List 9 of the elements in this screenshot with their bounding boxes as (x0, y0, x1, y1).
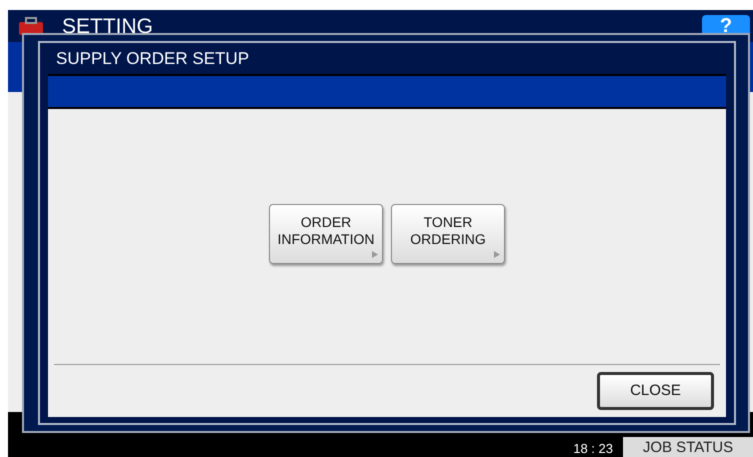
menu-option-button[interactable]: ORDER INFORMATION (269, 204, 383, 264)
arrow-icon (494, 250, 500, 258)
close-button[interactable]: CLOSE (597, 372, 714, 410)
header-title: SETTING (62, 16, 154, 36)
dialog-title: SUPPLY ORDER SETUP (55, 48, 250, 70)
menu-option-button[interactable]: TONER ORDERING (391, 204, 505, 264)
clock-time: 18 : 23 (573, 442, 613, 455)
arrow-icon (372, 250, 378, 258)
job-status-button[interactable]: JOB STATUS (623, 437, 753, 457)
